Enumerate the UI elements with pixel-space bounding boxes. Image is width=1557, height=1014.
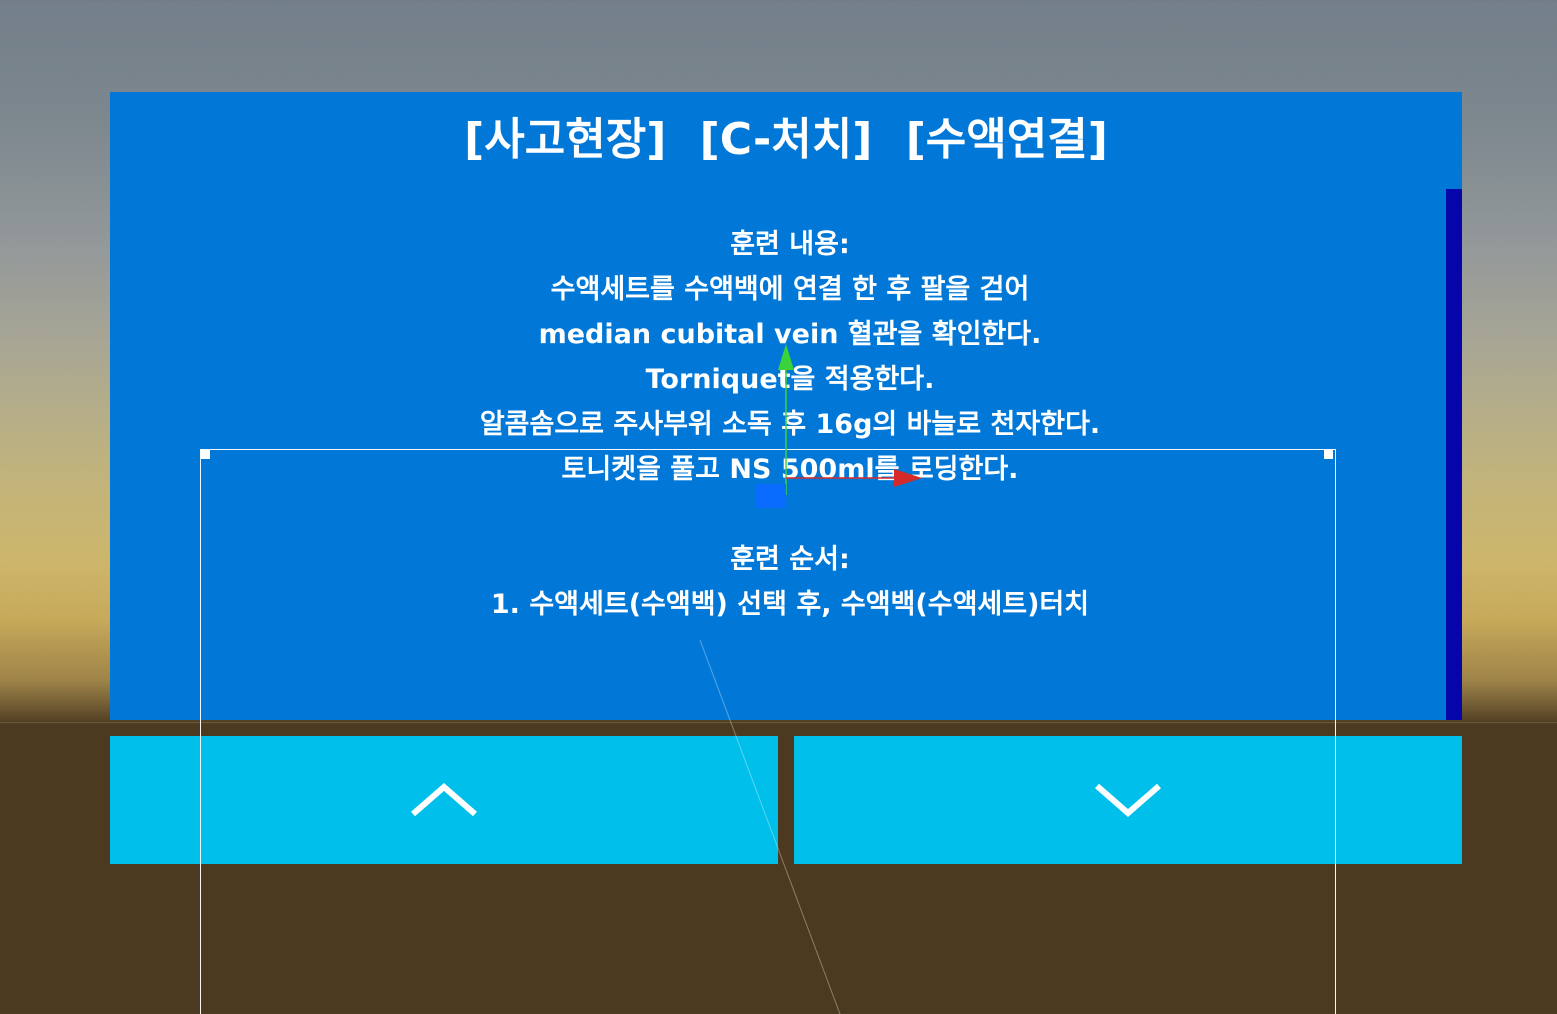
resize-handle-top-left[interactable] (201, 450, 210, 459)
selection-rect (200, 449, 1336, 1014)
instruction-line: 수액세트를 수액백에 연결 한 후 팔을 걷어 (550, 274, 1030, 305)
instruction-line: median cubital vein 혈관을 확인한다. (538, 319, 1042, 350)
instruction-line: 알콤솜으로 주사부위 소독 후 16g의 바늘로 천자한다. (479, 409, 1101, 440)
resize-handle-top-right[interactable] (1324, 450, 1333, 459)
instruction-line: Torniquet을 적용한다. (645, 364, 935, 395)
panel-title: [사고현장] [C-처치] [수액연결] (464, 114, 1108, 165)
training-content-heading: 훈련 내용: (730, 229, 850, 260)
